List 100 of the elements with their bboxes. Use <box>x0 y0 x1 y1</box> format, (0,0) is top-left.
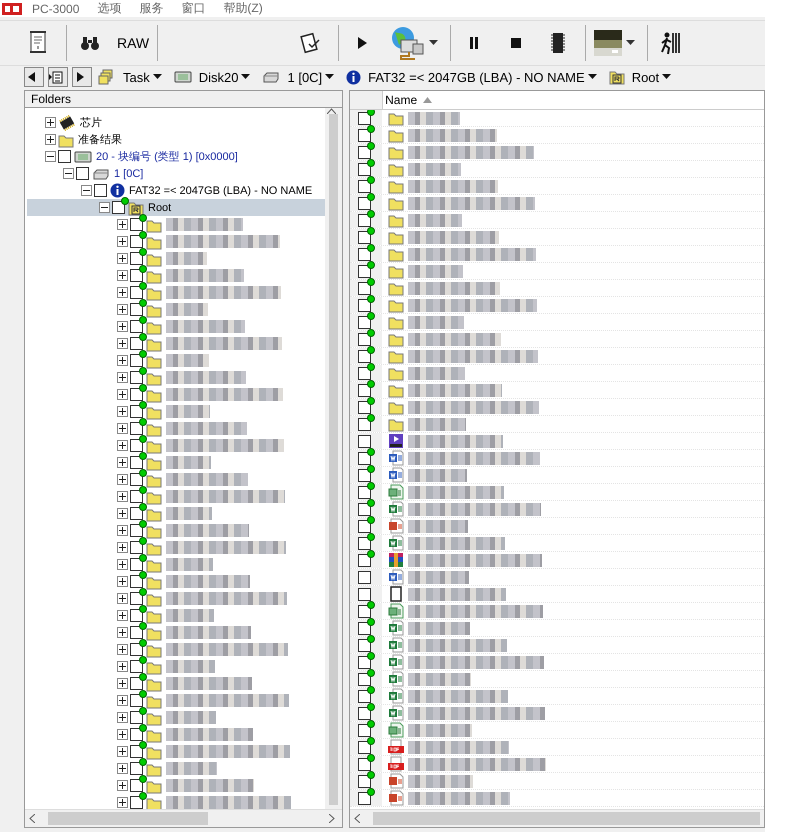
checkbox[interactable] <box>130 711 143 724</box>
checkbox[interactable] <box>358 622 372 634</box>
checkbox[interactable] <box>358 264 372 278</box>
checkbox[interactable] <box>358 366 372 380</box>
checkbox[interactable] <box>358 656 372 668</box>
checkbox[interactable] <box>358 452 372 464</box>
checkbox[interactable] <box>130 218 143 231</box>
expand-icon[interactable] <box>118 271 127 280</box>
checkbox[interactable] <box>130 456 143 469</box>
checkbox[interactable] <box>130 524 143 537</box>
expand-icon[interactable] <box>118 594 127 603</box>
checkbox[interactable] <box>130 745 143 758</box>
expand-icon[interactable] <box>118 288 127 297</box>
checkbox[interactable] <box>358 758 372 770</box>
checkbox[interactable] <box>130 677 143 690</box>
checkbox[interactable] <box>130 762 143 775</box>
checkbox[interactable] <box>358 536 372 550</box>
raw-button[interactable]: RAW <box>113 25 154 61</box>
menu-item[interactable]: 服务 <box>139 0 164 17</box>
breadcrumb-item[interactable]: 1 [0C] <box>260 70 340 84</box>
expand-icon[interactable] <box>46 118 55 127</box>
checkbox[interactable] <box>358 112 372 124</box>
menu-item[interactable]: 选项 <box>97 0 122 17</box>
stop-icon[interactable] <box>510 37 522 49</box>
vertical-scrollbar[interactable] <box>325 108 342 809</box>
checkbox[interactable] <box>130 609 143 622</box>
expand-icon[interactable] <box>118 645 127 654</box>
expand-icon[interactable] <box>118 628 127 637</box>
checkbox[interactable] <box>358 316 372 328</box>
expand-icon[interactable] <box>118 373 127 382</box>
scroll-left-icon[interactable] <box>28 814 34 823</box>
checkbox[interactable] <box>130 660 143 673</box>
checkbox[interactable] <box>358 350 372 362</box>
checkbox[interactable] <box>130 235 143 248</box>
expand-icon[interactable] <box>118 679 127 688</box>
checkbox[interactable] <box>130 779 143 792</box>
expand-icon[interactable] <box>118 781 127 790</box>
checkbox[interactable] <box>130 694 143 707</box>
expand-icon[interactable] <box>118 390 127 399</box>
checkbox[interactable] <box>76 167 89 180</box>
checkbox[interactable] <box>358 638 372 652</box>
expand-icon[interactable] <box>118 696 127 705</box>
expand-icon[interactable] <box>118 220 127 229</box>
checkbox[interactable] <box>130 592 143 605</box>
expand-icon[interactable] <box>118 662 127 671</box>
checkbox[interactable] <box>130 422 143 435</box>
checkbox[interactable] <box>130 354 143 367</box>
checkbox[interactable] <box>130 286 143 299</box>
checkbox[interactable] <box>358 554 372 566</box>
expand-icon[interactable] <box>118 526 127 535</box>
dropdown-caret-icon[interactable] <box>429 40 438 46</box>
play-icon[interactable] <box>356 36 368 50</box>
checkbox[interactable] <box>358 588 372 600</box>
menu-item[interactable]: 窗口 <box>181 0 206 17</box>
checkbox[interactable] <box>358 672 372 686</box>
checkbox[interactable] <box>358 418 372 430</box>
checkbox[interactable] <box>130 626 143 639</box>
menu-item[interactable]: 帮助(Z) <box>223 0 263 17</box>
checkbox[interactable] <box>358 740 372 754</box>
checkbox[interactable] <box>358 724 372 736</box>
checkbox[interactable] <box>358 400 372 414</box>
expand-icon[interactable] <box>118 424 127 433</box>
checkbox[interactable] <box>130 439 143 452</box>
checkbox[interactable] <box>358 706 372 720</box>
expand-icon[interactable] <box>118 237 127 246</box>
dropdown-caret-icon[interactable] <box>626 40 636 46</box>
checkbox[interactable] <box>130 473 143 486</box>
horizontal-scrollbar[interactable] <box>25 809 342 827</box>
expand-icon[interactable] <box>118 509 127 518</box>
expand-icon[interactable] <box>118 492 127 501</box>
checkbox[interactable] <box>130 575 143 588</box>
checkbox[interactable] <box>358 520 372 532</box>
checkbox[interactable] <box>130 303 143 316</box>
checkbox[interactable] <box>130 507 143 520</box>
checkbox[interactable] <box>358 230 372 244</box>
checkbox[interactable] <box>358 248 372 260</box>
expand-icon[interactable] <box>118 475 127 484</box>
checkbox[interactable] <box>130 728 143 741</box>
checkbox[interactable] <box>358 604 372 618</box>
checkbox[interactable] <box>358 214 372 226</box>
checkbox[interactable] <box>94 184 107 197</box>
checkbox[interactable] <box>358 298 372 312</box>
checkbox[interactable] <box>358 502 372 516</box>
binoculars-icon[interactable] <box>80 35 100 51</box>
checkbox[interactable] <box>358 774 372 788</box>
expand-icon[interactable] <box>118 322 127 331</box>
expand-icon[interactable] <box>118 560 127 569</box>
scroll-left-icon[interactable] <box>354 814 360 823</box>
chip-icon[interactable] <box>550 32 566 54</box>
checkbox[interactable] <box>130 541 143 554</box>
image-icon[interactable] <box>594 30 622 56</box>
scroll-up-icon[interactable] <box>327 108 336 114</box>
checkbox[interactable] <box>358 332 372 346</box>
checkbox[interactable] <box>358 180 372 192</box>
checkbox[interactable] <box>130 371 143 384</box>
checkbox[interactable] <box>358 486 372 498</box>
expand-icon[interactable] <box>118 305 127 314</box>
pause-icon[interactable] <box>468 36 480 50</box>
checkbox[interactable] <box>358 570 372 584</box>
breadcrumb-item[interactable]: Root <box>606 69 678 85</box>
